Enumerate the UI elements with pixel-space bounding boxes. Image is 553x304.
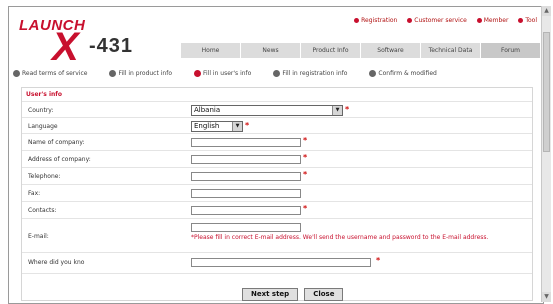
step-circle-icon [273, 69, 281, 77]
fax-input[interactable] [191, 189, 301, 198]
chevron-down-icon[interactable]: ▼ [232, 122, 242, 131]
nav-tab-home[interactable]: Home [181, 43, 241, 58]
row-fax: Fax: [22, 184, 532, 202]
telephone-label: Telephone: [28, 173, 61, 180]
row-email: E-mail: *Please fill in correct E-mail a… [22, 218, 532, 253]
top-link-member[interactable]: Member [476, 17, 508, 24]
next-step-button[interactable]: Next step [242, 288, 299, 301]
required-star: * [345, 105, 350, 114]
step-confirm: Confirm & modified [369, 67, 437, 79]
registration-steps: Read terms of service Fill in product in… [13, 67, 539, 79]
top-links: Registration Customer service Member Too… [346, 17, 537, 24]
country-label: Country: [28, 107, 54, 114]
row-language: Language English ▼ * [22, 117, 532, 134]
required-star: * [376, 256, 381, 265]
language-value: English [194, 122, 220, 130]
top-link-registration[interactable]: Registration [354, 17, 397, 24]
company-address-label: Address of company: [28, 156, 91, 163]
step-label: Fill in user's info [203, 69, 252, 77]
required-star: * [245, 121, 250, 130]
required-star: * [303, 136, 308, 145]
contacts-label: Contacts: [28, 207, 57, 214]
country-select[interactable]: Albania ▼ [191, 105, 343, 116]
chevron-down-icon[interactable]: ▼ [332, 106, 342, 115]
step-label: Fill in product info [118, 69, 172, 77]
company-address-input[interactable] [191, 155, 301, 164]
scroll-down-icon[interactable]: ▼ [542, 292, 551, 302]
step-circle-icon [109, 69, 117, 77]
step-circle-icon [369, 69, 377, 77]
nav-tab-software[interactable]: Software [361, 43, 421, 58]
launch-x431-logo: LAUNCH X -431 [19, 13, 179, 71]
step-label: Fill in registration info [282, 69, 348, 77]
step-label: Confirm & modified [378, 69, 437, 77]
main-nav: Home News Product Info Software Technica… [181, 43, 541, 58]
required-star: * [303, 153, 308, 162]
vertical-scrollbar[interactable]: ▲ ▼ [541, 6, 551, 302]
fax-label: Fax: [28, 190, 41, 197]
logo-model-text: -431 [89, 35, 134, 57]
top-link-tool[interactable]: Tool [518, 17, 537, 24]
bullet-icon [407, 18, 413, 23]
scrollbar-thumb[interactable] [543, 32, 550, 152]
form-buttons: Next step Close [242, 288, 344, 301]
telephone-input[interactable] [191, 172, 301, 181]
step-user-info: Fill in user's info [194, 67, 251, 79]
bullet-icon [518, 18, 524, 23]
step-circle-icon [194, 69, 201, 77]
source-input[interactable] [191, 258, 371, 267]
nav-tab-technical-data[interactable]: Technical Data [421, 43, 481, 58]
contacts-input[interactable] [191, 206, 301, 215]
logo-x-text: X [52, 25, 79, 69]
nav-tab-forum[interactable]: Forum [481, 43, 541, 58]
nav-tab-news[interactable]: News [241, 43, 301, 58]
close-button[interactable]: Close [304, 288, 344, 301]
row-country: Country: Albania ▼ * [22, 101, 532, 118]
email-note: *Please fill in correct E-mail address. … [191, 234, 489, 241]
language-label: Language [28, 123, 58, 130]
bullet-icon [354, 18, 360, 23]
row-source: Where did you kno * [22, 252, 532, 274]
source-label: Where did you kno [28, 259, 85, 266]
company-name-label: Name of company: [28, 139, 85, 146]
required-star: * [303, 204, 308, 213]
user-info-form: User's info Country: Albania ▼ * Languag… [21, 87, 533, 301]
nav-tab-product-info[interactable]: Product Info [301, 43, 361, 58]
scroll-up-icon[interactable]: ▲ [542, 6, 551, 16]
step-registration-info: Fill in registration info [273, 67, 347, 79]
bullet-icon [476, 18, 482, 23]
section-title: User's info [26, 91, 63, 98]
step-read-terms: Read terms of service [13, 67, 87, 79]
row-company-address: Address of company: * [22, 150, 532, 168]
row-telephone: Telephone: * [22, 167, 532, 185]
top-link-customer-service[interactable]: Customer service [407, 17, 467, 24]
browser-frame: LAUNCH X -431 Registration Customer serv… [8, 6, 544, 304]
required-star: * [303, 170, 308, 179]
row-company-name: Name of company: * [22, 133, 532, 151]
step-circle-icon [13, 69, 20, 77]
step-label: Read terms of service [22, 69, 88, 77]
company-name-input[interactable] [191, 138, 301, 147]
step-product-info: Fill in product info [109, 67, 172, 79]
language-select[interactable]: English ▼ [191, 121, 243, 132]
email-label: E-mail: [28, 233, 49, 240]
country-value: Albania [194, 106, 221, 114]
email-input[interactable] [191, 223, 301, 232]
row-contacts: Contacts: * [22, 201, 532, 219]
